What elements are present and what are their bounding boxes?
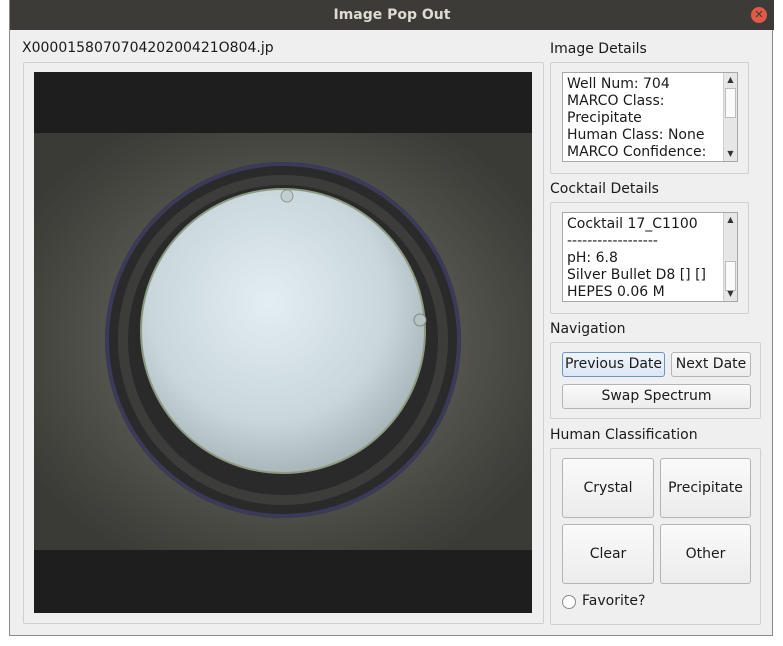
cocktail-details-group: Cocktail 17_C1100 ------------------ pH:… <box>550 202 749 314</box>
well-image-drawing <box>34 133 532 550</box>
scroll-thumb[interactable] <box>725 88 736 118</box>
title-bar[interactable]: Image Pop Out ✕ <box>10 0 774 30</box>
image-details-line: MARCO Class: <box>567 93 665 109</box>
favorite-label[interactable]: Favorite? <box>582 593 645 609</box>
human-classification-group: Crystal Precipitate Clear Other Favorite… <box>550 448 761 625</box>
window-title: Image Pop Out <box>333 7 451 23</box>
image-details-line: MARCO Confidence: <box>567 144 707 160</box>
image-details-textbox[interactable]: Well Num: 704 MARCO Class: Precipitate H… <box>562 72 738 162</box>
image-details-line: Well Num: 704 <box>567 76 670 92</box>
human-classification-heading: Human Classification <box>550 427 698 443</box>
cocktail-details-heading: Cocktail Details <box>550 181 659 197</box>
scroll-up-icon[interactable]: ▲ <box>724 213 737 227</box>
image-panel <box>23 62 544 624</box>
image-details-scrollbar[interactable]: ▲ ▼ <box>723 73 737 161</box>
clear-button[interactable]: Clear <box>562 524 654 584</box>
previous-date-button[interactable]: Previous Date <box>562 352 665 377</box>
navigation-heading: Navigation <box>550 321 626 337</box>
other-button[interactable]: Other <box>660 524 751 584</box>
image-filename: X000015807070420200421O804.jp <box>22 40 274 56</box>
crystal-button[interactable]: Crystal <box>562 458 654 518</box>
image-details-heading: Image Details <box>550 41 647 57</box>
scroll-down-icon[interactable]: ▼ <box>724 287 737 301</box>
navigation-group: Previous Date Next Date Swap Spectrum <box>550 342 761 419</box>
close-icon[interactable]: ✕ <box>751 7 767 23</box>
well-image <box>34 72 532 613</box>
cocktail-details-line: HEPES 0.06 M <box>567 284 665 300</box>
next-date-button[interactable]: Next Date <box>671 352 751 377</box>
cocktail-details-line: pH: 6.8 <box>567 250 618 266</box>
precipitate-button[interactable]: Precipitate <box>660 458 751 518</box>
cocktail-details-line: ------------------ <box>567 233 658 249</box>
favorite-radio[interactable] <box>562 595 576 609</box>
cocktail-details-scrollbar[interactable]: ▲ ▼ <box>723 213 737 301</box>
image-details-line: Precipitate <box>567 110 642 126</box>
image-details-line: Human Class: None <box>567 127 705 143</box>
swap-spectrum-button[interactable]: Swap Spectrum <box>562 384 751 409</box>
cocktail-details-line: Silver Bullet D8 [] [] <box>567 267 707 283</box>
image-pop-out-window: Image Pop Out ✕ X000015807070420200421O8… <box>9 0 774 636</box>
scroll-down-icon[interactable]: ▼ <box>724 147 737 161</box>
cocktail-details-textbox[interactable]: Cocktail 17_C1100 ------------------ pH:… <box>562 212 738 302</box>
scroll-up-icon[interactable]: ▲ <box>724 73 737 87</box>
image-details-group: Well Num: 704 MARCO Class: Precipitate H… <box>550 62 749 174</box>
cocktail-details-line: Cocktail 17_C1100 <box>567 216 698 232</box>
